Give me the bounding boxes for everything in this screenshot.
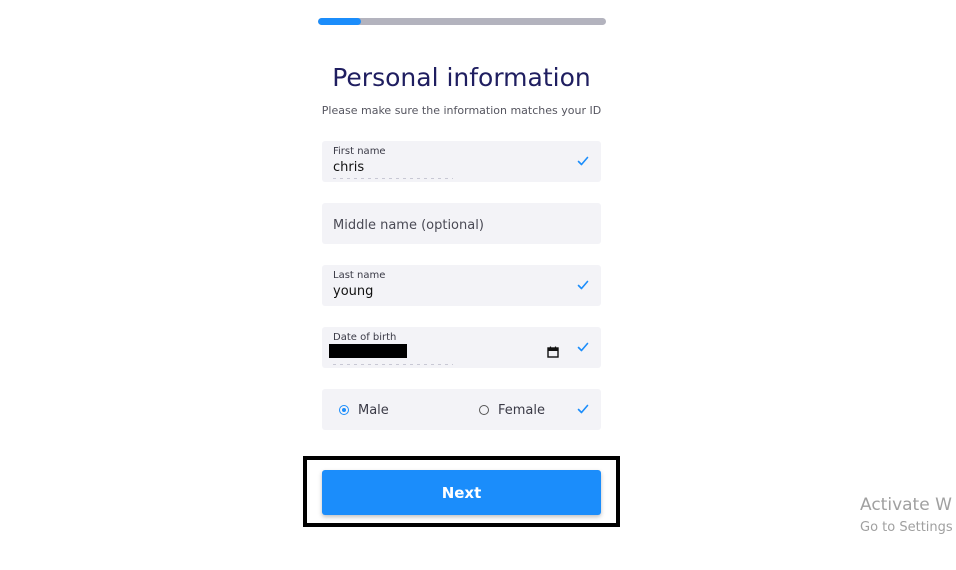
progress-bar bbox=[318, 18, 606, 25]
date-of-birth-field[interactable]: Date of birth bbox=[322, 327, 601, 368]
radio-selected-icon[interactable] bbox=[339, 405, 349, 415]
field-hint bbox=[333, 364, 453, 365]
last-name-label: Last name bbox=[333, 270, 386, 281]
last-name-field[interactable]: Last name young bbox=[322, 265, 601, 306]
gender-option-label: Female bbox=[498, 402, 546, 418]
first-name-value[interactable]: chris bbox=[333, 159, 364, 176]
middle-name-field[interactable]: Middle name (optional) bbox=[322, 203, 601, 244]
field-hint bbox=[333, 178, 453, 179]
date-of-birth-label: Date of birth bbox=[333, 332, 397, 343]
gender-option-female[interactable]: Female bbox=[479, 402, 545, 418]
first-name-label: First name bbox=[333, 146, 386, 157]
first-name-field[interactable]: First name chris bbox=[322, 141, 601, 182]
calendar-icon[interactable] bbox=[547, 346, 559, 358]
next-button[interactable]: Next bbox=[322, 470, 601, 515]
check-icon bbox=[577, 404, 589, 414]
progress-fill bbox=[318, 18, 362, 25]
last-name-value[interactable]: young bbox=[333, 283, 373, 300]
redacted-date-value bbox=[329, 344, 407, 358]
activation-watermark: Activate W Go to Settings bbox=[860, 494, 953, 538]
gender-field: Male Female bbox=[322, 389, 601, 430]
middle-name-placeholder: Middle name (optional) bbox=[333, 218, 484, 233]
watermark-subtitle: Go to Settings bbox=[860, 520, 953, 535]
radio-unselected-icon[interactable] bbox=[479, 405, 489, 415]
check-icon bbox=[577, 342, 589, 352]
gender-option-male[interactable]: Male bbox=[339, 402, 389, 418]
check-icon bbox=[577, 280, 589, 290]
watermark-title: Activate W bbox=[860, 495, 952, 515]
page-title: Personal information bbox=[332, 63, 591, 92]
check-icon bbox=[577, 156, 589, 166]
gender-option-label: Male bbox=[358, 402, 389, 418]
page-subtitle: Please make sure the information matches… bbox=[321, 104, 602, 117]
